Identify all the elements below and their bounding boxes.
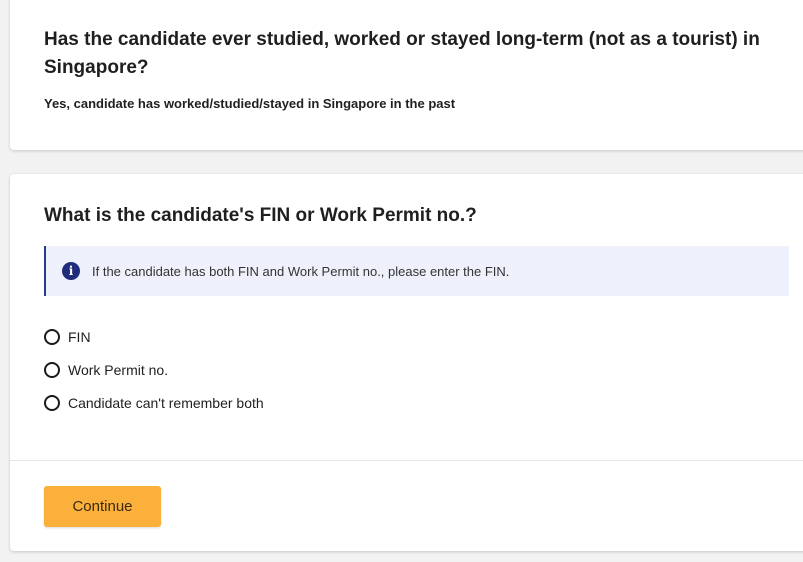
radio-option-work-permit[interactable]: Work Permit no.: [44, 353, 779, 387]
previous-question-title: Has the candidate ever studied, worked o…: [44, 29, 760, 78]
info-icon: i: [62, 262, 80, 280]
radio-label-fin[interactable]: FIN: [68, 329, 91, 345]
continue-button[interactable]: Continue: [44, 486, 161, 527]
info-callout: i If the candidate has both FIN and Work…: [44, 246, 789, 296]
radio-option-cannot-remember[interactable]: Candidate can't remember both: [44, 386, 779, 420]
previous-question-card: Has the candidate ever studied, worked o…: [10, 0, 803, 150]
previous-question-answer: Yes, candidate has worked/studied/stayed…: [44, 96, 456, 111]
question-title: What is the candidate's FIN or Work Perm…: [44, 205, 477, 226]
info-text: If the candidate has both FIN and Work P…: [92, 263, 510, 279]
question-body: What is the candidate's FIN or Work Perm…: [10, 174, 803, 460]
radio-button-work-permit[interactable]: [44, 362, 60, 378]
radio-label-work-permit[interactable]: Work Permit no.: [68, 362, 168, 378]
current-question-card: What is the candidate's FIN or Work Perm…: [10, 174, 803, 551]
radio-option-fin[interactable]: FIN: [44, 320, 779, 354]
card-footer: Continue: [10, 460, 803, 552]
radio-button-cannot-remember[interactable]: [44, 395, 60, 411]
radio-button-fin[interactable]: [44, 329, 60, 345]
radio-label-cannot-remember[interactable]: Candidate can't remember both: [68, 395, 264, 411]
id-type-radio-group: FIN Work Permit no. Candidate can't reme…: [44, 320, 779, 420]
